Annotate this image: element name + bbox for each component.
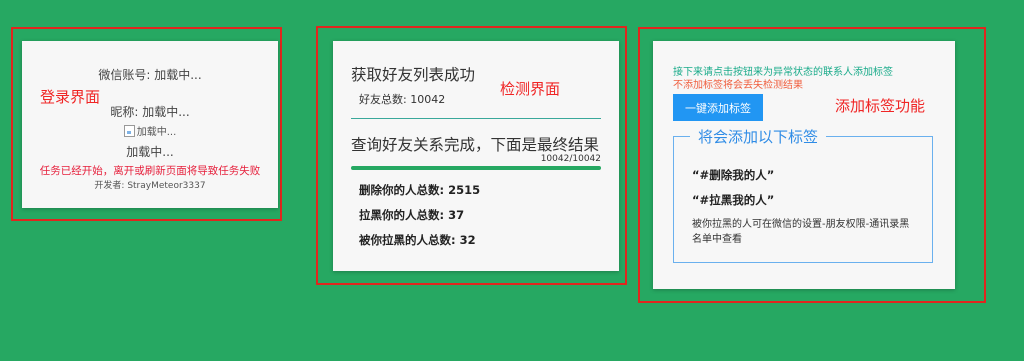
add-tags-button[interactable]: 一键添加标签 — [673, 94, 763, 121]
annotation-tag: 添加标签功能 — [835, 97, 926, 115]
tag-fieldset: 将会添加以下标签 “#删除我的人” “#拉黑我的人” 被你拉黑的人可在微信的设置… — [673, 126, 933, 263]
tag-item: “#删除我的人” — [692, 168, 775, 182]
fetch-title: 获取好友列表成功 — [351, 66, 476, 84]
avatar-image: 加载中... — [123, 123, 177, 138]
annotation-detect: 检测界面 — [500, 80, 561, 98]
progress-fill — [351, 166, 601, 170]
query-title: 查询好友关系完成，下面是最终结果 — [351, 136, 600, 154]
avatar-alt-text: 加载中... — [136, 127, 177, 138]
developer-credit: 开发者: StrayMeteor3337 — [94, 181, 206, 191]
tag-panel: 接下来请点击按钮来为异常状态的联系人添加标签 不添加标签将会丢失检测结果 一键添… — [653, 41, 955, 289]
blocked-by-you-count: 被你拉黑的人总数: 32 — [359, 233, 476, 247]
deleted-count: 删除你的人总数: 2515 — [359, 183, 481, 197]
friend-total: 好友总数: 10042 — [359, 93, 446, 106]
annotation-login: 登录界面 — [40, 88, 101, 106]
task-warning: 任务已经开始，离开或刷新页面将导致任务失败 — [39, 165, 261, 177]
detect-panel: 获取好友列表成功 好友总数: 10042 查询好友关系完成，下面是最终结果 10… — [333, 41, 619, 271]
login-panel: 微信账号: 加载中... 昵称: 加载中... 加载中... 加载中... 任务… — [22, 41, 278, 208]
progress-bar — [351, 166, 601, 170]
progress-count: 10042/10042 — [540, 154, 601, 164]
tag-item: “#拉黑我的人” — [692, 193, 775, 207]
broken-image-icon — [123, 124, 135, 137]
blocked-you-count: 拉黑你的人总数: 37 — [359, 208, 465, 222]
tag-legend: 将会添加以下标签 — [690, 126, 827, 147]
blacklist-note: 被你拉黑的人可在微信的设置-朋友权限-通讯录黑名单中查看 — [692, 219, 910, 245]
account-line: 微信账号: 加载中... — [98, 68, 202, 82]
divider — [351, 118, 601, 119]
tag-warning: 不添加标签将会丢失检测结果 — [673, 80, 803, 91]
loading-text: 加载中... — [126, 145, 174, 159]
